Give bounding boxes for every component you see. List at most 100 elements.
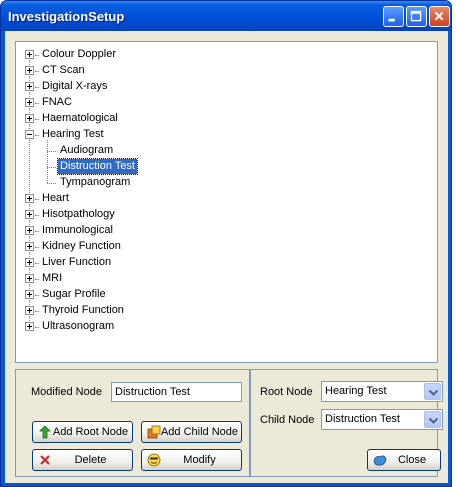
tree-node[interactable]: Digital X-rays (16, 79, 437, 95)
tree-node[interactable]: Kidney Function (16, 239, 437, 255)
tree-node[interactable]: Colour Doppler (16, 47, 437, 63)
maximize-icon (410, 10, 422, 22)
tree-connector (47, 167, 56, 168)
tree-node[interactable]: Immunological (16, 223, 437, 239)
smiley-face-icon (147, 453, 161, 467)
tree-node-label[interactable]: FNAC (40, 95, 74, 110)
green-arrow-icon (39, 425, 51, 439)
root-node-select[interactable]: Hearing Test (321, 381, 443, 402)
expand-plus-icon[interactable] (25, 290, 34, 299)
tree-child-label[interactable]: Distruction Test (57, 158, 138, 175)
close-label: Close (397, 454, 427, 466)
modified-node-label: Modified Node (31, 386, 102, 398)
expand-plus-icon[interactable] (25, 210, 34, 219)
expand-plus-icon[interactable] (25, 322, 34, 331)
tree-node[interactable]: MRI (16, 271, 437, 287)
tree-node[interactable]: CT Scan (16, 63, 437, 79)
tree-node-label[interactable]: Liver Function (40, 255, 113, 270)
tree-node-label[interactable]: Colour Doppler (40, 47, 118, 62)
expand-plus-icon[interactable] (25, 82, 34, 91)
tree-node-label[interactable]: MRI (40, 271, 64, 286)
node-select-group: Root Node Hearing Test Child Node Distru… (250, 369, 443, 477)
expand-plus-icon[interactable] (25, 98, 34, 107)
tree-child-label[interactable]: Tympanogram (58, 175, 132, 190)
tree-node-label[interactable]: Sugar Profile (40, 287, 108, 302)
tree-connector (35, 119, 39, 120)
tree-connector (35, 215, 39, 216)
investigation-setup-window: InvestigationSetup Colour Doppler CT Scan… (0, 0, 452, 487)
title-bar[interactable]: InvestigationSetup (1, 1, 451, 31)
modified-node-input[interactable]: Distruction Test (111, 382, 242, 402)
minimize-button[interactable] (383, 6, 404, 27)
tree-node[interactable]: Ultrasonogram (16, 319, 437, 335)
tree-node[interactable]: Thyroid Function (16, 303, 437, 319)
tree-connector (35, 199, 39, 200)
tree-node-label[interactable]: CT Scan (40, 63, 87, 78)
tree-node[interactable]: Liver Function (16, 255, 437, 271)
add-child-icon (147, 425, 161, 439)
expand-plus-icon[interactable] (25, 66, 34, 75)
expand-plus-icon[interactable] (25, 258, 34, 267)
close-window-button[interactable] (429, 6, 450, 27)
child-node-label: Child Node (260, 414, 315, 426)
expand-plus-icon[interactable] (25, 274, 34, 283)
maximize-button[interactable] (406, 6, 427, 27)
child-node-dropdown-button[interactable] (424, 411, 441, 428)
child-node-select[interactable]: Distruction Test (321, 409, 443, 430)
chevron-down-icon (428, 417, 439, 424)
tree-child-label[interactable]: Audiogram (58, 143, 115, 158)
tree-node-label[interactable]: Ultrasonogram (40, 319, 116, 334)
child-node-value: Distruction Test (325, 413, 400, 425)
tree-connector (47, 183, 56, 184)
tree-node-label[interactable]: Hisotpathology (40, 207, 117, 222)
delete-button[interactable]: Delete (32, 449, 133, 471)
add-child-node-button[interactable]: Add Child Node (141, 421, 242, 443)
delete-label: Delete (74, 454, 107, 466)
tree-node[interactable]: Hearing Test (16, 127, 437, 143)
tree-node-label[interactable]: Thyroid Function (40, 303, 126, 318)
red-x-icon (40, 455, 50, 465)
tree-node[interactable]: FNAC (16, 95, 437, 111)
add-root-node-button[interactable]: Add Root Node (32, 421, 133, 443)
expand-plus-icon[interactable] (25, 194, 34, 203)
tree-connector (35, 71, 39, 72)
add-root-node-label: Add Root Node (52, 426, 129, 438)
client-area: Colour Doppler CT Scan Digital X-rays FNAC H… (5, 31, 448, 483)
add-child-node-label: Add Child Node (160, 426, 239, 438)
modify-button[interactable]: Modify (141, 449, 242, 471)
expand-plus-icon[interactable] (25, 306, 34, 315)
close-icon (434, 11, 444, 21)
tree-node-label[interactable]: Haematological (40, 111, 120, 126)
tree-connector (35, 103, 39, 104)
tree-node[interactable]: Sugar Profile (16, 287, 437, 303)
tree-node[interactable]: Haematological (16, 111, 437, 127)
expand-plus-icon[interactable] (25, 50, 34, 59)
tree-node-label[interactable]: Hearing Test (40, 127, 106, 142)
window-title: InvestigationSetup (8, 9, 125, 24)
tree-child-node[interactable]: Tympanogram (16, 175, 437, 191)
investigation-tree[interactable]: Colour Doppler CT Scan Digital X-rays FNAC H… (15, 41, 438, 363)
tree-connector (35, 311, 39, 312)
tree-child-node[interactable]: Distruction Test (16, 158, 437, 175)
expand-plus-icon[interactable] (25, 226, 34, 235)
tree-node[interactable]: Heart (16, 191, 437, 207)
tree-child-node[interactable]: Audiogram (16, 143, 437, 159)
tree-node-label[interactable]: Heart (40, 191, 71, 206)
tree-connector (47, 140, 48, 183)
root-node-dropdown-button[interactable] (424, 383, 441, 400)
expand-plus-icon[interactable] (25, 242, 34, 251)
tree-connector (35, 295, 39, 296)
tree-connector (35, 263, 39, 264)
tree-connector (35, 135, 39, 136)
tree-connector (35, 247, 39, 248)
tree-node-label[interactable]: Digital X-rays (40, 79, 109, 94)
tree-connector (35, 87, 39, 88)
collapse-minus-icon[interactable] (25, 130, 34, 139)
tree-connector (35, 279, 39, 280)
tree-node-label[interactable]: Kidney Function (40, 239, 123, 254)
expand-plus-icon[interactable] (25, 114, 34, 123)
minimize-icon (388, 18, 395, 22)
tree-node[interactable]: Hisotpathology (16, 207, 437, 223)
close-button[interactable]: Close (367, 449, 441, 471)
tree-node-label[interactable]: Immunological (40, 223, 115, 238)
